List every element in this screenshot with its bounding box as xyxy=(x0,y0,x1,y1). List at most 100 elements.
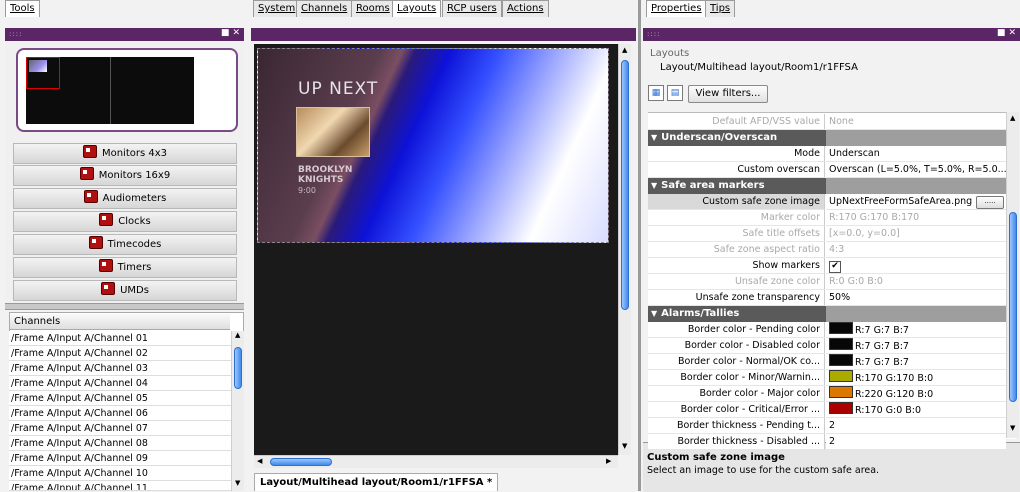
canvas-hscrollbar[interactable]: ◀ ▶ xyxy=(254,455,618,468)
tab-tools[interactable]: Tools xyxy=(5,0,40,17)
property-value-cell[interactable]: R:170 G:170 B:170 xyxy=(826,210,1006,226)
property-value-cell[interactable]: 50% xyxy=(826,290,1006,306)
canvas-vscroll-thumb[interactable] xyxy=(621,60,629,310)
close-panel-icon[interactable]: ■ ✕ xyxy=(221,28,240,38)
property-value-cell[interactable]: None xyxy=(826,114,1006,130)
property-value-cell[interactable]: 2 xyxy=(826,418,1006,434)
channels-scroll-thumb[interactable] xyxy=(234,347,242,389)
channels-scrollbar[interactable]: ▲ ▼ xyxy=(231,331,244,491)
section-header[interactable]: ▼ Alarms/Tallies xyxy=(648,306,1006,322)
monitors-4x3-button[interactable]: Monitors 4x3 xyxy=(13,143,237,164)
view-filters-button[interactable]: View filters... xyxy=(688,85,768,103)
property-value-cell[interactable]: 2 xyxy=(826,434,1006,450)
categorized-view-button[interactable]: ▦ xyxy=(648,85,664,101)
color-swatch[interactable] xyxy=(829,354,853,366)
property-value-cell[interactable]: [x=0.0, y=0.0] xyxy=(826,226,1006,242)
property-row[interactable]: Mode Underscan xyxy=(648,146,1016,162)
channel-row[interactable]: /Frame A/Input A/Channel 04 xyxy=(9,376,231,391)
channel-row[interactable]: /Frame A/Input A/Channel 07 xyxy=(9,421,231,436)
canvas-vscrollbar[interactable]: ▲ ▼ xyxy=(618,44,631,455)
property-row[interactable]: Unsafe zone color R:0 G:0 B:0 xyxy=(648,274,1016,290)
channels-header[interactable]: Channels xyxy=(10,314,230,330)
color-swatch[interactable] xyxy=(829,386,853,398)
scroll-down-icon[interactable]: ▼ xyxy=(622,442,627,450)
property-row[interactable]: Marker color R:170 G:170 B:170 xyxy=(648,210,1016,226)
list-view-button[interactable]: ▤ xyxy=(667,85,683,101)
property-value-cell[interactable]: R:7 G:7 B:7 xyxy=(826,354,1006,370)
grip-icon[interactable]: :::: xyxy=(9,30,22,38)
left-splitter[interactable] xyxy=(5,303,244,310)
tab-properties[interactable]: Properties xyxy=(646,0,707,17)
channel-row[interactable]: /Frame A/Input A/Channel 01 xyxy=(9,331,231,346)
color-swatch[interactable] xyxy=(829,402,853,414)
tab-tips[interactable]: Tips xyxy=(705,0,736,17)
close-panel-icon[interactable]: ■ ✕ xyxy=(997,28,1016,38)
monitors-16x9-button[interactable]: Monitors 16x9 xyxy=(13,165,237,186)
tab-channels[interactable]: Channels xyxy=(296,0,353,17)
property-value-cell[interactable]: Overscan (L=5.0%, T=5.0%, R=5.0... xyxy=(826,162,1006,178)
audiometers-button[interactable]: Audiometers xyxy=(13,188,237,209)
channel-row[interactable]: /Frame A/Input A/Channel 02 xyxy=(9,346,231,361)
grip-icon[interactable]: :::: xyxy=(647,30,660,38)
section-header[interactable]: ▼ Safe area markers xyxy=(648,178,1006,194)
layout-thumbnail[interactable] xyxy=(16,48,238,132)
scroll-up-icon[interactable]: ▲ xyxy=(622,46,627,54)
timers-button[interactable]: Timers xyxy=(13,257,237,278)
property-row[interactable]: Border thickness - Disabled ... 2 xyxy=(648,434,1016,450)
clocks-button[interactable]: Clocks xyxy=(13,211,237,232)
collapse-triangle-icon[interactable]: ▼ xyxy=(651,178,657,194)
scroll-up-icon[interactable]: ▲ xyxy=(235,331,240,339)
preview-monitor[interactable]: UP NEXT BROOKLYN KNIGHTS 9:00 xyxy=(257,48,609,243)
property-row[interactable]: Border color - Normal/OK co... R:7 G:7 B:… xyxy=(648,354,1016,370)
color-swatch[interactable] xyxy=(829,370,853,382)
property-value-cell[interactable]: UpNextFreeFormSafeArea.png..... xyxy=(826,194,1006,210)
collapse-triangle-icon[interactable]: ▼ xyxy=(651,130,657,146)
doc-tab[interactable]: Layout/Multihead layout/Room1/r1FFSA * xyxy=(254,473,499,491)
collapse-triangle-icon[interactable]: ▼ xyxy=(651,306,657,322)
tab-rooms[interactable]: Rooms xyxy=(351,0,395,17)
property-row[interactable]: Border color - Pending color R:7 G:7 B:7 xyxy=(648,322,1016,338)
property-row[interactable]: Safe title offsets [x=0.0, y=0.0] xyxy=(648,226,1016,242)
right-splitter[interactable] xyxy=(638,0,641,491)
channel-row[interactable]: /Frame A/Input A/Channel 06 xyxy=(9,406,231,421)
property-row[interactable]: Border color - Critical/Error ... R:170 G… xyxy=(648,402,1016,418)
property-value-cell[interactable]: R:7 G:7 B:7 xyxy=(826,338,1006,354)
section-header[interactable]: ▼ Underscan/Overscan xyxy=(648,130,1006,146)
scroll-down-icon[interactable]: ▼ xyxy=(235,479,240,487)
browse-button[interactable]: ..... xyxy=(976,196,1004,209)
property-value-cell[interactable]: 4:3 xyxy=(826,242,1006,258)
tab-system[interactable]: System xyxy=(253,0,301,17)
timecodes-button[interactable]: Timecodes xyxy=(13,234,237,255)
property-row[interactable]: Show markers ✔ xyxy=(648,258,1016,274)
property-row[interactable]: Custom safe zone image UpNextFreeFormSafe… xyxy=(648,194,1016,210)
property-row[interactable]: Custom overscan Overscan (L=5.0%, T=5.0%,… xyxy=(648,162,1016,178)
channel-row[interactable]: /Frame A/Input A/Channel 11 xyxy=(9,481,231,491)
channel-row[interactable]: /Frame A/Input A/Channel 05 xyxy=(9,391,231,406)
color-swatch[interactable] xyxy=(829,322,853,334)
property-value-cell[interactable]: R:7 G:7 B:7 xyxy=(826,322,1006,338)
property-value-cell[interactable]: Underscan xyxy=(826,146,1006,162)
channel-row[interactable]: /Frame A/Input A/Channel 03 xyxy=(9,361,231,376)
property-row[interactable]: Border color - Major color R:220 G:120 B:… xyxy=(648,386,1016,402)
property-value-cell[interactable]: R:0 G:0 B:0 xyxy=(826,274,1006,290)
tab-rcp-users[interactable]: RCP users xyxy=(442,0,502,17)
property-row[interactable]: Border thickness - Pending t... 2 xyxy=(648,418,1016,434)
property-value-cell[interactable]: R:220 G:120 B:0 xyxy=(826,386,1006,402)
property-value-cell[interactable]: R:170 G:0 B:0 xyxy=(826,402,1006,418)
channel-row[interactable]: /Frame A/Input A/Channel 09 xyxy=(9,451,231,466)
channel-row[interactable]: /Frame A/Input A/Channel 10 xyxy=(9,466,231,481)
umds-button[interactable]: UMDs xyxy=(13,280,237,301)
canvas-hscroll-thumb[interactable] xyxy=(270,458,332,466)
property-row[interactable]: Default AFD/VSS value None xyxy=(648,114,1016,130)
thumbnail-tile[interactable] xyxy=(26,57,60,89)
property-row[interactable]: Border color - Minor/Warnin... R:170 G:17… xyxy=(648,370,1016,386)
property-row[interactable]: Unsafe zone transparency 50% xyxy=(648,290,1016,306)
property-row[interactable]: Border color - Disabled color R:7 G:7 B:7 xyxy=(648,338,1016,354)
scroll-left-icon[interactable]: ◀ xyxy=(257,457,262,465)
scroll-right-icon[interactable]: ▶ xyxy=(606,457,611,465)
channel-row[interactable]: /Frame A/Input A/Channel 08 xyxy=(9,436,231,451)
color-swatch[interactable] xyxy=(829,338,853,350)
property-value-cell[interactable]: ✔ xyxy=(826,258,1006,274)
show-markers-checkbox[interactable]: ✔ xyxy=(829,261,841,273)
tab-actions[interactable]: Actions xyxy=(502,0,549,17)
